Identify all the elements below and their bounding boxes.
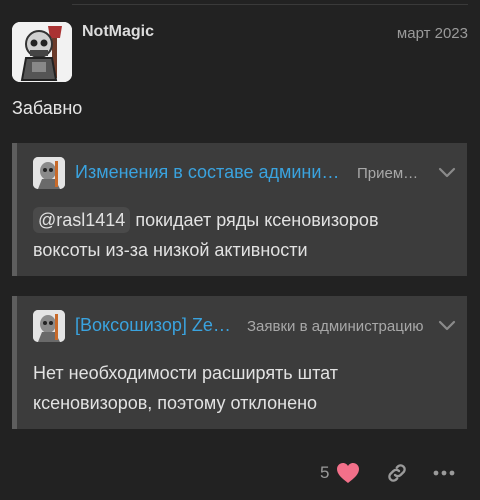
- post-text: Забавно: [12, 98, 83, 118]
- chevron-down-icon[interactable]: [437, 165, 457, 181]
- link-icon[interactable]: [385, 461, 409, 485]
- post-actions: 5: [0, 458, 480, 488]
- quote-body: @rasl1414 покидает ряды ксеновизоров вок…: [33, 205, 449, 265]
- quote-avatar: [33, 310, 65, 342]
- quote-block: Изменения в составе администрации Приемн…: [12, 143, 467, 276]
- more-icon[interactable]: [432, 469, 456, 477]
- like-count[interactable]: 5: [320, 463, 329, 483]
- quote-header[interactable]: [Воксошизор] Zeneca Заявки в администрац…: [33, 310, 457, 342]
- avatar[interactable]: [12, 22, 72, 82]
- post-username[interactable]: NotMagic: [82, 23, 154, 41]
- quote-header[interactable]: Изменения в составе администрации Приемн…: [33, 157, 457, 189]
- quote-topic-title[interactable]: Изменения в составе администрации: [75, 162, 347, 183]
- quote-body: Нет необходимости расширять штат ксенови…: [33, 363, 339, 413]
- quote-category[interactable]: Приемная: [357, 165, 425, 182]
- chevron-down-icon[interactable]: [437, 318, 457, 334]
- heart-icon[interactable]: [336, 462, 360, 484]
- quote-topic-title[interactable]: [Воксошизор] Zeneca: [75, 315, 239, 336]
- quote-category[interactable]: Заявки в администрацию: [247, 318, 427, 335]
- user-mention[interactable]: @rasl1414: [33, 207, 131, 233]
- quote-avatar: [33, 157, 65, 189]
- quote-block: [Воксошизор] Zeneca Заявки в администрац…: [12, 296, 467, 429]
- post-date[interactable]: март 2023: [397, 25, 468, 42]
- top-divider: [72, 4, 468, 5]
